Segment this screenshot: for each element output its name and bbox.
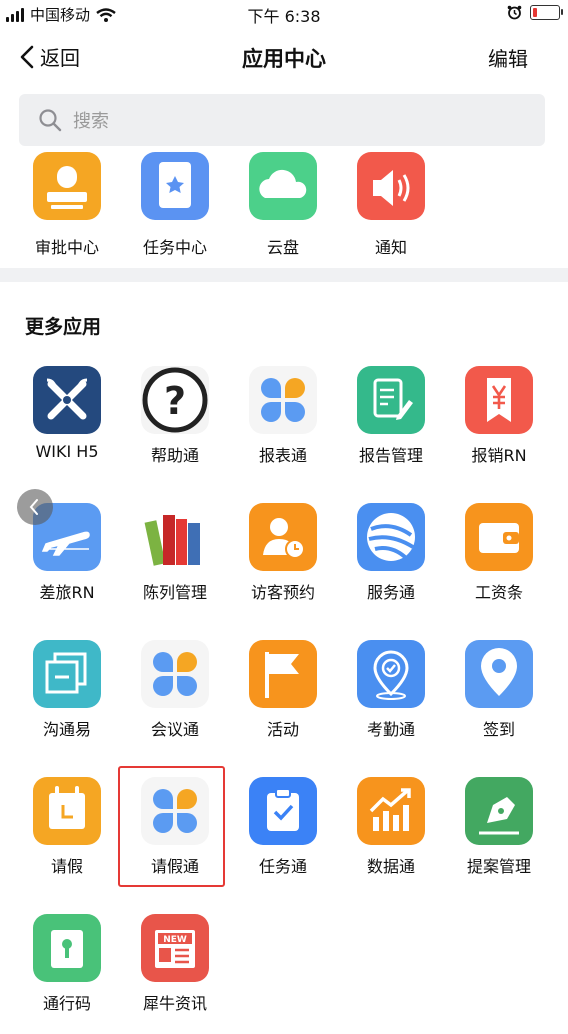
floating-back-button[interactable] [17,489,53,525]
app-payslip[interactable]: 工资条 [445,503,553,623]
app-proposal[interactable]: 提案管理 [445,777,553,897]
chevron-left-icon [29,499,38,515]
search-bar[interactable] [19,94,545,146]
app-label: 签到 [482,720,515,739]
app-label: 审批中心 [34,238,99,257]
search-icon [39,109,62,132]
approval-stamp-icon [33,152,101,220]
swirl-logo-icon [357,503,425,571]
svg-text:?: ? [164,379,186,423]
wiki-logo-icon [33,366,101,434]
app-communication[interactable]: 沟通易 [13,640,121,760]
app-label: 差旅RN [39,583,95,602]
app-activity[interactable]: 活动 [229,640,337,760]
app-label: 通行码 [42,994,91,1013]
app-report-table[interactable]: 报表通 [229,366,337,486]
recent-apps-row: 审批中心 任务中心 云盘 通知 [0,152,568,268]
flag-icon [249,640,317,708]
app-label: 任务中心 [142,238,207,257]
app-notification[interactable]: 通知 [337,152,445,268]
app-label: 通知 [374,238,407,257]
app-label: 云盘 [266,238,299,257]
app-label: 访客预约 [250,583,315,602]
app-label: 沟通易 [42,720,91,739]
location-clock-icon [357,640,425,708]
app-label: 报表通 [258,446,307,465]
cloud-icon [249,152,317,220]
app-label: 会议通 [150,720,199,739]
keyhole-icon [33,914,101,982]
app-label: 请假 [50,857,83,876]
app-label: 任务通 [258,857,307,876]
app-check-in[interactable]: 签到 [445,640,553,760]
app-help[interactable]: ? 帮助通 [121,366,229,486]
app-label: 犀牛资讯 [142,994,207,1013]
app-label: 活动 [266,720,299,739]
navigation-bar: 返回 应用中心 编辑 [0,30,568,82]
app-label: 工资条 [474,583,523,602]
app-label: 服务通 [366,583,415,602]
battery-icon [530,5,563,20]
app-report-management[interactable]: 报告管理 [337,366,445,486]
visitor-clock-icon [249,503,317,571]
clover-icon [141,640,209,708]
selection-highlight [118,766,225,887]
app-wiki-h5[interactable]: WIKI H5 [13,366,121,486]
yen-icon [465,366,533,434]
app-service[interactable]: 服务通 [337,503,445,623]
app-label: 报告管理 [358,446,423,465]
app-data[interactable]: 数据通 [337,777,445,897]
app-label: WIKI H5 [35,442,99,461]
app-display-management[interactable]: 陈列管理 [121,503,229,623]
bar-chart-icon [357,777,425,845]
app-attendance[interactable]: 考勤通 [337,640,445,760]
app-task[interactable]: 任务通 [229,777,337,897]
speaker-icon [357,152,425,220]
edit-button[interactable]: 编辑 [488,43,528,72]
status-bar: 中国移动 下午 6:38 [0,0,568,26]
pen-icon [465,777,533,845]
wallet-icon [465,503,533,571]
app-pass-code[interactable]: 通行码 [13,914,121,1034]
app-label: 考勤通 [366,720,415,739]
books-icon [141,503,209,571]
app-label: 报销RN [471,446,527,465]
clipboard-check-icon [249,777,317,845]
svg-text:NEW: NEW [163,935,187,945]
app-leave[interactable]: 请假 [13,777,121,897]
app-task-center[interactable]: 任务中心 [121,152,229,268]
section-title-more-apps: 更多应用 [25,316,102,338]
search-input[interactable] [71,107,515,135]
status-time: 下午 6:38 [247,7,321,26]
app-cloud-drive[interactable]: 云盘 [229,152,337,268]
news-icon: NEW [141,914,209,982]
app-label: 提案管理 [466,857,531,876]
app-label: 帮助通 [150,446,199,465]
app-label: 数据通 [366,857,415,876]
app-reimbursement[interactable]: 报销RN [445,366,553,486]
page-title: 应用中心 [242,47,326,71]
question-icon: ? [141,366,209,434]
location-pin-icon [465,640,533,708]
report-edit-icon [357,366,425,434]
app-meeting[interactable]: 会议通 [121,640,229,760]
section-divider [0,268,568,282]
app-approval-center[interactable]: 审批中心 [13,152,121,268]
task-bookmark-icon [141,152,209,220]
calendar-icon [33,777,101,845]
alarm-icon [507,5,522,20]
app-visitor-booking[interactable]: 访客预约 [229,503,337,623]
app-label: 陈列管理 [142,583,207,602]
app-rhino-news[interactable]: NEW 犀牛资讯 [121,914,229,1034]
clover-icon [249,366,317,434]
windows-icon [33,640,101,708]
